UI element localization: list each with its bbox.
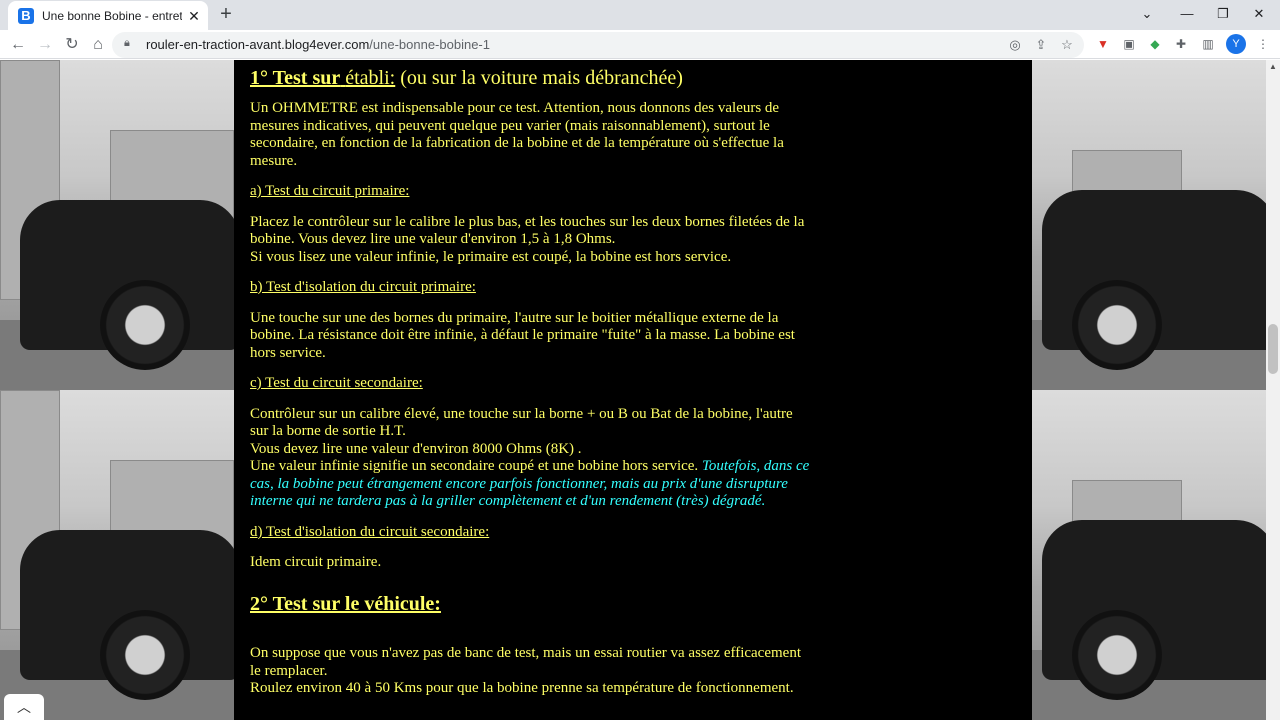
puzzle-icon[interactable]: ✚ [1172,35,1190,53]
extension-color-icon[interactable]: ◆ [1146,35,1164,53]
subsection-a-text: Placez le contrôleur sur le calibre le p… [250,213,805,265]
reload-icon[interactable]: ↻ [60,33,84,57]
star-icon[interactable]: ☆ [1058,36,1076,54]
lock-icon[interactable]: 🔒︎ [124,37,130,50]
page-viewport: 1° Test sur établi: (ou sur la voiture m… [0,60,1266,720]
profile-avatar[interactable]: Y [1226,34,1246,54]
intro-paragraph: Un OHMMETRE est indispensable pour ce te… [250,100,784,169]
subsection-c-title: c) Test du circuit secondaire: [250,375,423,391]
close-window-icon[interactable]: ✕ [1236,0,1280,30]
background-car-image [1032,390,1266,720]
active-tab[interactable]: B Une bonne Bobine - entretenir u ✕ [8,1,208,30]
sidebar-icon[interactable]: ▥ [1199,35,1217,53]
section2-title: 2° Test sur le véhicule: [250,592,441,615]
extension-pdf-icon[interactable]: ▣ [1120,35,1138,53]
section1-title: 1° Test sur établi: (ou sur la voiture m… [250,67,683,89]
article-content: 1° Test sur établi: (ou sur la voiture m… [234,60,1032,720]
scrollbar-thumb[interactable] [1268,324,1278,374]
extension-shield-icon[interactable]: ▼ [1094,35,1112,53]
eye-off-icon[interactable]: ◎ [1006,36,1024,54]
tab-title: Une bonne Bobine - entretenir u [42,8,182,23]
background-car-image [0,390,234,720]
url-text[interactable]: rouler-en-traction-avant.blog4ever.com/u… [146,37,490,52]
home-icon[interactable]: ⌂ [86,33,110,57]
subsection-c-text: Contrôleur sur un calibre élevé, une tou… [250,405,810,510]
subsection-b-text: Une touche sur une des bornes du primair… [250,309,795,361]
forward-icon[interactable]: → [33,33,57,57]
share-icon[interactable]: ⇪ [1032,36,1050,54]
background-car-image [0,60,234,390]
page-scrollbar[interactable]: ▲ [1266,60,1280,720]
subsection-b-title: b) Test d'isolation du circuit primaire: [250,279,476,295]
close-tab-icon[interactable]: ✕ [186,8,202,24]
subsection-d-text: Idem circuit primaire. [250,554,382,570]
menu-icon[interactable]: ⋮ [1254,35,1272,53]
subsection-a-title: a) Test du circuit primaire: [250,183,410,199]
section2-text: On suppose que vous n'avez pas de banc d… [250,645,801,696]
new-tab-icon[interactable]: + [216,4,236,25]
blog4ever-favicon-icon: B [18,7,34,24]
subsection-d-title: d) Test d'isolation du circuit secondair… [250,523,490,540]
address-bar[interactable]: 🔒︎ rouler-en-traction-avant.blog4ever.co… [112,32,1084,58]
browser-toolbar: ← → ↻ ⌂ 🔒︎ rouler-en-traction-avant.blog… [0,30,1280,59]
scroll-up-arrow-icon[interactable]: ▲ [1266,60,1280,74]
background-car-image [1032,60,1266,390]
scroll-to-top-button[interactable]: ︿ [4,694,44,720]
back-icon[interactable]: ← [6,33,30,57]
tab-strip: B Une bonne Bobine - entretenir u ✕ + ⌄ … [0,0,1280,30]
